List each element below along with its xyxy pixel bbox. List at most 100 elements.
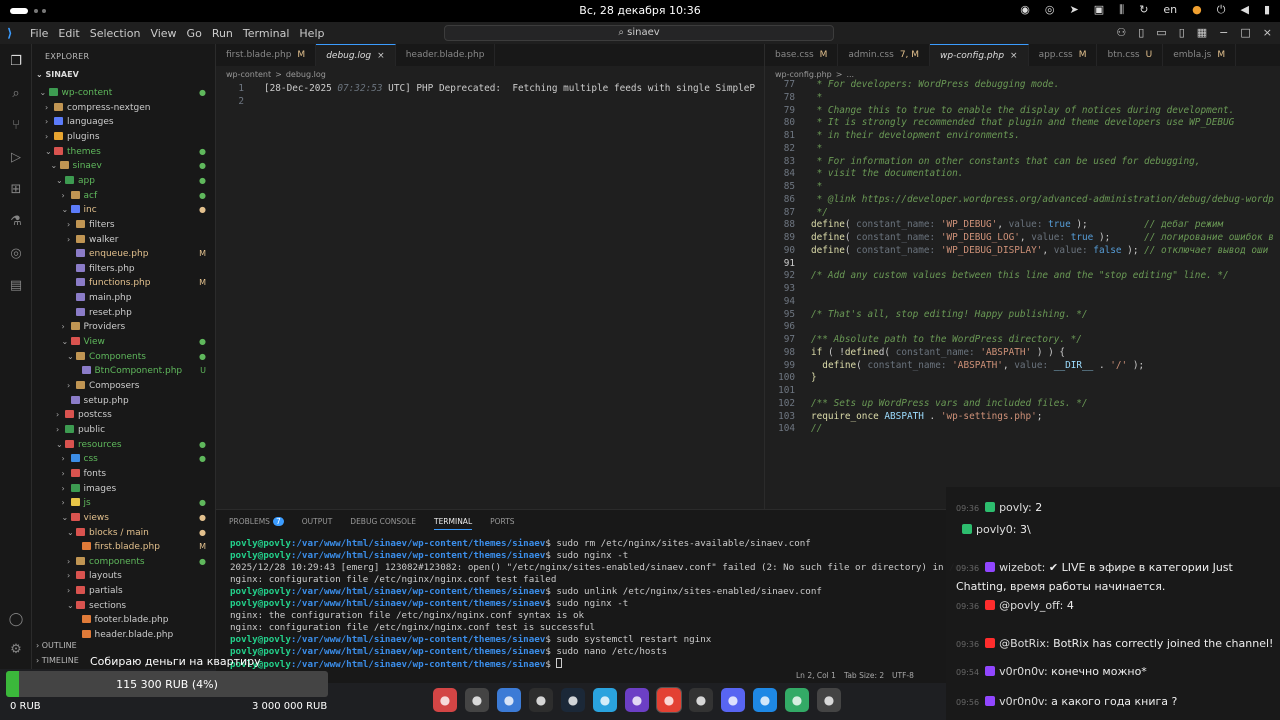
tree-item[interactable]: › css ●: [32, 452, 215, 466]
mic-icon[interactable]: ●: [1192, 3, 1202, 17]
tree-item[interactable]: ⌄ wp-content ●: [32, 86, 215, 100]
customize-layout-icon[interactable]: ▦: [1197, 26, 1207, 39]
extensions-icon[interactable]: ⊞: [8, 182, 24, 198]
tree-item[interactable]: ⌄ resources ●: [32, 438, 215, 452]
close-tab-icon[interactable]: ×: [377, 51, 385, 61]
language-indicator[interactable]: en: [1163, 3, 1177, 17]
tree-item[interactable]: › postcss: [32, 408, 215, 422]
editor-tab[interactable]: header.blade.php: [396, 44, 496, 66]
obsidian-app-icon[interactable]: ●: [625, 688, 649, 712]
tree-item[interactable]: › images: [32, 482, 215, 496]
editor-tab[interactable]: app.css M: [1029, 44, 1098, 66]
tree-item[interactable]: › filters: [32, 218, 215, 232]
tree-item[interactable]: ⌄ blocks / main ●: [32, 526, 215, 540]
tree-item[interactable]: ⌄ sections: [32, 599, 215, 613]
telegram-tray-icon[interactable]: ➤: [1070, 3, 1079, 17]
source-control-icon[interactable]: ⑂: [8, 118, 24, 134]
tree-item[interactable]: ⌄ app ●: [32, 174, 215, 188]
tree-item[interactable]: ⌄ sinaev ●: [32, 159, 215, 173]
panel-tab-ports[interactable]: PORTS: [490, 517, 514, 530]
database-icon[interactable]: ▤: [8, 278, 24, 294]
command-center-search[interactable]: ⌕ sinaev: [444, 25, 834, 41]
docs-app-icon[interactable]: ●: [497, 688, 521, 712]
maximize-icon[interactable]: □: [1240, 26, 1250, 39]
battery-icon[interactable]: ▮: [1264, 3, 1270, 17]
tree-item[interactable]: setup.php: [32, 394, 215, 408]
tree-item[interactable]: › compress-nextgen: [32, 101, 215, 115]
tree-item[interactable]: › plugins: [32, 130, 215, 144]
discord-tray-icon[interactable]: ◉: [1020, 3, 1030, 17]
chrome-tray-icon[interactable]: ◎: [1045, 3, 1055, 17]
explorer-icon[interactable]: ❐: [8, 54, 24, 70]
app-tray-icon[interactable]: ▣: [1094, 3, 1104, 17]
account-icon[interactable]: ◯: [8, 612, 24, 628]
obs-app-icon[interactable]: ●: [689, 688, 713, 712]
tree-item[interactable]: reset.php: [32, 306, 215, 320]
toggle-secondary-icon[interactable]: ▯: [1179, 26, 1185, 39]
tree-item[interactable]: › languages: [32, 115, 215, 129]
tree-item[interactable]: ⌄ View ●: [32, 335, 215, 349]
tree-item[interactable]: › public: [32, 423, 215, 437]
breadcrumb[interactable]: wp-content > debug.log: [226, 70, 330, 79]
close-tab-icon[interactable]: ×: [1010, 51, 1018, 61]
panel-tab-terminal[interactable]: TERMINAL: [433, 517, 473, 530]
tree-item[interactable]: footer.blade.php: [32, 613, 215, 627]
search-icon[interactable]: ⌕: [8, 86, 24, 102]
tab-size[interactable]: Tab Size: 2: [844, 671, 884, 680]
menu-item-help[interactable]: Help: [299, 27, 324, 40]
tree-item[interactable]: ⌄ Components ●: [32, 350, 215, 364]
terminal-app-icon[interactable]: ●: [529, 688, 553, 712]
panel-tab-output[interactable]: OUTPUT: [302, 517, 333, 530]
tree-item[interactable]: › acf ●: [32, 189, 215, 203]
discord-app-icon[interactable]: ●: [721, 688, 745, 712]
tree-item[interactable]: › Composers: [32, 379, 215, 393]
tree-item[interactable]: › js ●: [32, 496, 215, 510]
steam-app-icon[interactable]: ●: [561, 688, 585, 712]
editor-tab[interactable]: wp-config.php ×: [930, 44, 1029, 66]
vscode-app-icon[interactable]: ●: [753, 688, 777, 712]
toggle-sidebar-icon[interactable]: ▯: [1138, 26, 1144, 39]
tree-item[interactable]: › fonts: [32, 467, 215, 481]
menu-item-view[interactable]: View: [150, 27, 176, 40]
tree-item[interactable]: › partials: [32, 584, 215, 598]
close-window-icon[interactable]: ×: [1263, 26, 1272, 39]
menu-item-file[interactable]: File: [30, 27, 48, 40]
remote-icon[interactable]: ◎: [8, 246, 24, 262]
power-icon[interactable]: ⏻: [1217, 3, 1226, 17]
tree-item[interactable]: › walker: [32, 233, 215, 247]
chrome-app-icon[interactable]: ●: [657, 688, 681, 712]
menu-item-run[interactable]: Run: [212, 27, 233, 40]
panel-tab-debug-console[interactable]: DEBUG CONSOLE: [350, 517, 416, 530]
system-tray[interactable]: ◉ ◎ ➤ ▣ ⫼ ↻ en ● ⏻ ◀ ▮: [1020, 3, 1270, 17]
sync-tray-icon[interactable]: ↻: [1139, 3, 1148, 17]
tree-item[interactable]: ⌄ inc ●: [32, 203, 215, 217]
project-root[interactable]: ⌄ SINAEV: [36, 70, 79, 79]
menu-item-go[interactable]: Go: [187, 27, 202, 40]
tree-item[interactable]: BtnComponent.php U: [32, 364, 215, 378]
cursor-position[interactable]: Ln 2, Col 1: [796, 671, 836, 680]
tree-item[interactable]: › Providers: [32, 320, 215, 334]
editor-tab[interactable]: btn.css U: [1097, 44, 1164, 66]
breadcrumb[interactable]: wp-config.php >...: [775, 70, 858, 79]
menu-item-terminal[interactable]: Terminal: [243, 27, 290, 40]
tree-item[interactable]: ⌄ themes ●: [32, 145, 215, 159]
editor-tab[interactable]: admin.css 7, M: [838, 44, 931, 66]
encoding[interactable]: UTF-8: [892, 671, 914, 680]
testing-icon[interactable]: ⚗: [8, 214, 24, 230]
editor-tab[interactable]: base.css M: [765, 44, 839, 66]
tree-item[interactable]: functions.php M: [32, 276, 215, 290]
copilot-icon[interactable]: ⚇: [1116, 26, 1126, 39]
tree-item[interactable]: main.php: [32, 291, 215, 305]
panel-tab-problems[interactable]: PROBLEMS 7: [229, 517, 284, 530]
editor-tab[interactable]: first.blade.php M: [216, 44, 317, 66]
telegram-app-icon[interactable]: ●: [593, 688, 617, 712]
tree-item[interactable]: ⌄ views ●: [32, 511, 215, 525]
minimize-icon[interactable]: −: [1219, 26, 1228, 39]
tree-item[interactable]: filters.php: [32, 262, 215, 276]
archive-app-icon[interactable]: ●: [465, 688, 489, 712]
tree-item[interactable]: enqueue.php M: [32, 247, 215, 261]
toggle-panel-icon[interactable]: ▭: [1156, 26, 1166, 39]
run-debug-icon[interactable]: ▷: [8, 150, 24, 166]
mixer-tray-icon[interactable]: ⫼: [1119, 3, 1124, 17]
settings-app-icon[interactable]: ●: [817, 688, 841, 712]
